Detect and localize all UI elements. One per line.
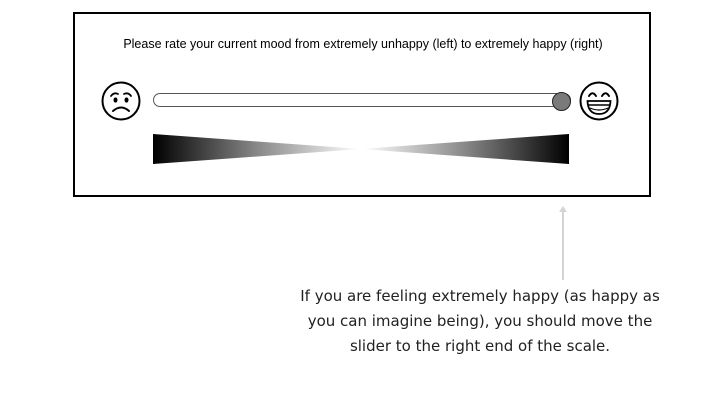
mood-rating-panel: Please rate your current mood from extre…: [73, 12, 651, 197]
instruction-text: If you are feeling extremely happy (as h…: [300, 287, 660, 355]
mood-slider-track[interactable]: [153, 93, 571, 107]
sad-face-icon: [101, 81, 141, 121]
mood-intensity-gradient: [153, 134, 569, 164]
happy-face-icon: [579, 81, 619, 121]
page: Please rate your current mood from extre…: [0, 0, 720, 405]
pointer-arrow-line: [562, 210, 564, 280]
mood-slider-thumb[interactable]: [552, 92, 571, 111]
mood-prompt: Please rate your current mood from extre…: [123, 37, 603, 51]
gradient-left-wedge: [153, 134, 361, 164]
gradient-right-wedge: [361, 134, 569, 164]
